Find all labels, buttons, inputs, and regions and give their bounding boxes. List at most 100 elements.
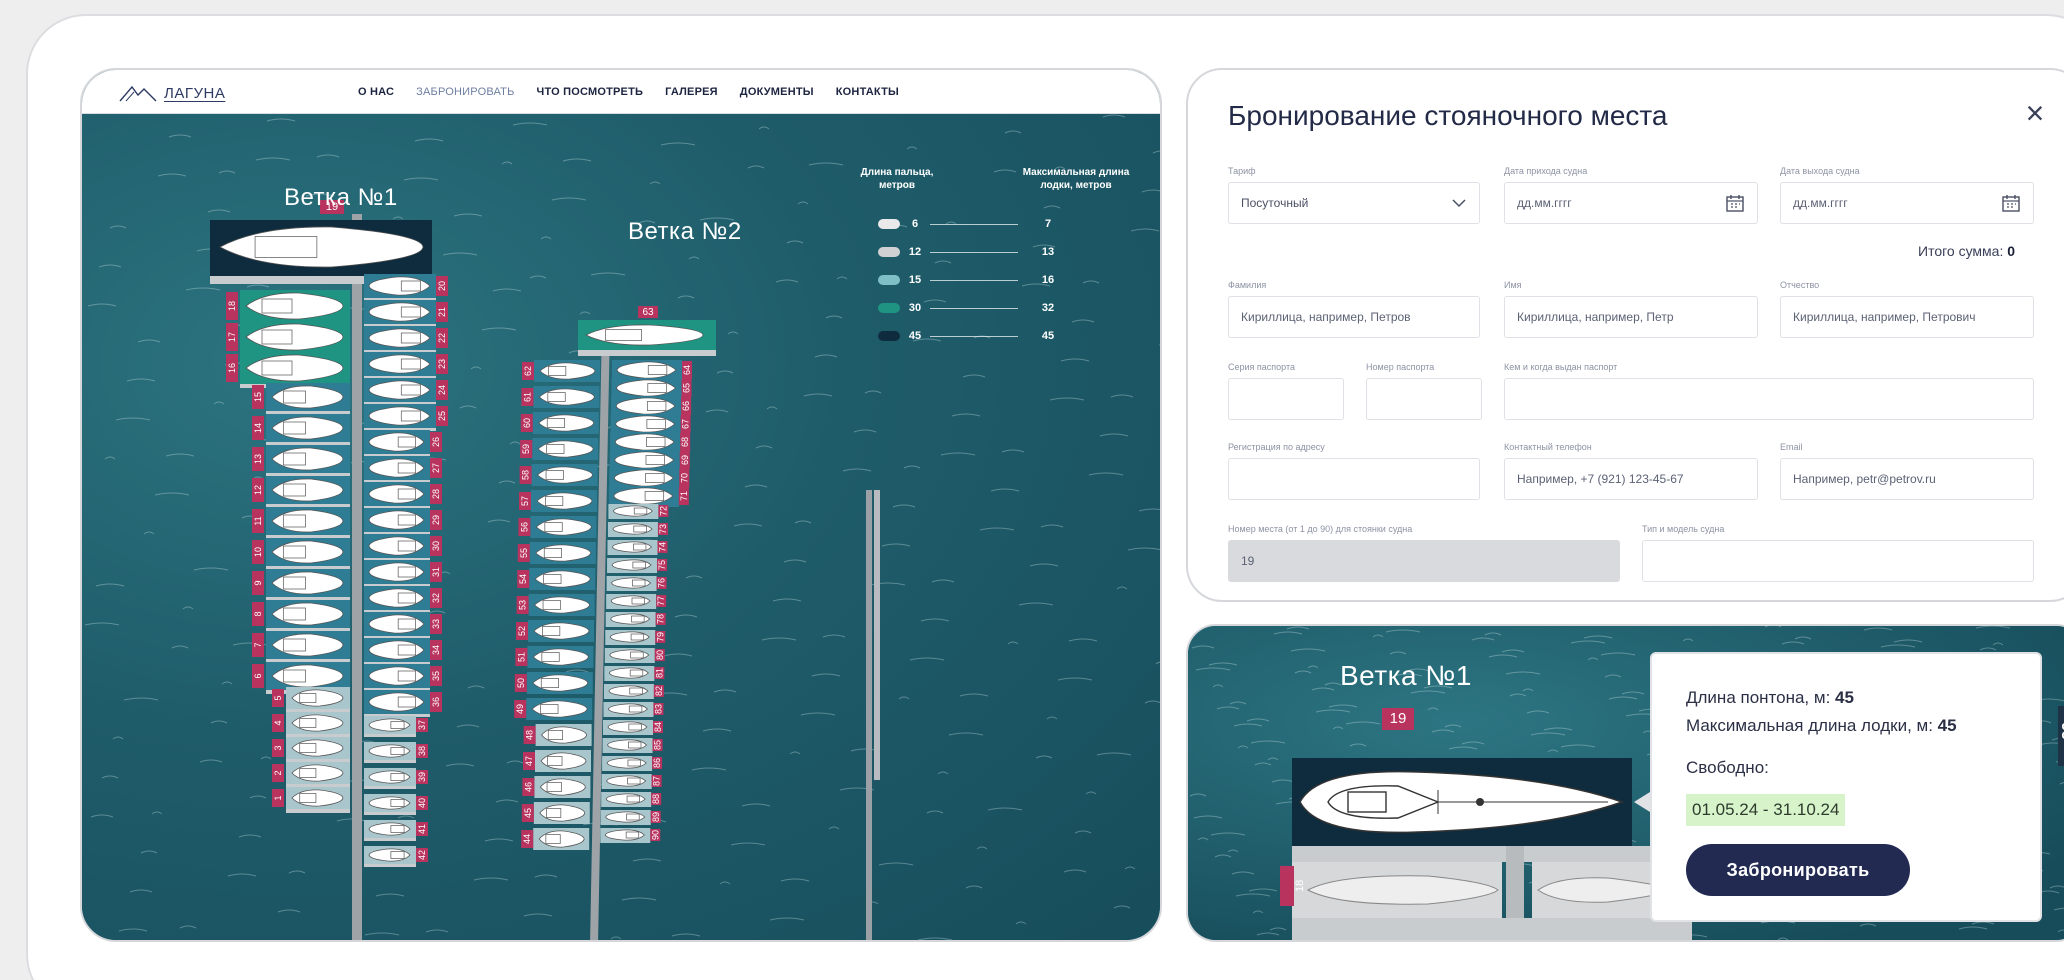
nav-about[interactable]: О НАС [358, 86, 394, 98]
berth-number: 55 [519, 548, 529, 558]
berth-number: 20 [437, 281, 447, 291]
berth-number: 46 [523, 782, 533, 792]
book-button[interactable]: Забронировать [1686, 844, 1910, 896]
arrival-date-input[interactable]: дд.мм.гггг [1504, 182, 1758, 224]
berth-number: 87 [652, 776, 662, 786]
berth-number: 82 [654, 686, 664, 696]
berth-number: 44 [522, 834, 532, 844]
berth-number-input: 19 [1228, 540, 1620, 582]
berth-number: 64 [682, 365, 692, 375]
berth-number: 26 [431, 437, 441, 447]
booking-form-panel: Бронирование стояночного места × Тариф П… [1186, 68, 2064, 602]
berth-number: 88 [651, 794, 661, 804]
legend-row: 30 32 [878, 298, 1078, 318]
berth-number: 4 [273, 720, 283, 725]
berth-number: 76 [657, 578, 667, 588]
berth-number: 68 [680, 437, 690, 447]
legend-swatch [878, 303, 900, 313]
nav-documents[interactable]: ДОКУМЕНТЫ [740, 86, 814, 98]
nav-book[interactable]: ЗАБРОНИРОВАТЬ [416, 86, 514, 98]
legend-divider [930, 307, 1018, 309]
branch1-title: Ветка №1 [284, 184, 398, 211]
logo[interactable]: ЛАГУНА [118, 80, 225, 106]
calendar-icon[interactable] [1725, 193, 1745, 213]
name-label: Имя [1504, 280, 1522, 290]
berth-number: 40 [417, 798, 427, 808]
boat-model-input[interactable] [1642, 540, 2034, 582]
berth-number: 53 [518, 600, 528, 610]
calendar-icon[interactable] [2001, 193, 2021, 213]
berth-number: 49 [515, 704, 525, 714]
berth-number: 42 [417, 850, 427, 860]
legend-col1-title: Длина пальца, метров [860, 167, 934, 191]
berth-number: 25 [437, 411, 447, 421]
berth-number: 15 [253, 392, 263, 402]
phone-input[interactable]: Например, +7 (921) 123-45-67 [1504, 458, 1758, 500]
departure-date-input[interactable]: дд.мм.гггг [1780, 182, 2034, 224]
berth-number: 71 [679, 491, 689, 501]
berth-number: 1 [273, 795, 283, 800]
legend-divider [930, 223, 1018, 225]
berth-number: 33 [431, 619, 441, 629]
total-sum: Итого сумма: 0 [1918, 243, 2015, 259]
berth-number-small: 18 [1280, 866, 1306, 906]
berth-number: 35 [431, 671, 441, 681]
passport-series-input[interactable] [1228, 378, 1344, 420]
tariff-label: Тариф [1228, 166, 1256, 176]
legend-row: 15 16 [878, 270, 1078, 290]
berth-number: 66 [681, 401, 691, 411]
registration-label: Регистрация по адресу [1228, 442, 1325, 452]
booking-title: Бронирование стояночного места [1228, 100, 1668, 131]
close-icon[interactable]: × [2018, 97, 2052, 132]
legend-col2-title: Максимальная длина лодки, метров [1022, 167, 1130, 191]
berth-number: 51 [516, 652, 526, 662]
berth-number: 16 [227, 363, 237, 373]
surname-placeholder: Кириллица, например, Петров [1241, 310, 1411, 324]
berth-number: 74 [658, 542, 668, 552]
logo-mountain-icon [119, 85, 157, 102]
patronymic-placeholder: Кириллица, например, Петрович [1793, 310, 1976, 324]
berth-info-popup: Длина понтона, м: 45 Максимальная длина … [1650, 652, 2042, 922]
tariff-value: Посуточный [1241, 196, 1309, 210]
berth-number: 50 [516, 678, 526, 688]
free-date-range: 01.05.24 - 31.10.24 [1686, 794, 1846, 826]
name-placeholder: Кириллица, например, Петр [1517, 310, 1674, 324]
berth-number: 36 [431, 697, 441, 707]
free-label: Свободно: [1686, 758, 1769, 777]
site-navigation: ЛАГУНА О НАС ЗАБРОНИРОВАТЬ ЧТО ПОСМОТРЕТ… [82, 70, 1160, 114]
berth-number: 86 [652, 758, 662, 768]
legend-swatch [878, 331, 900, 341]
registration-input[interactable] [1228, 458, 1480, 500]
berth-number: 65 [682, 383, 692, 393]
patronymic-input[interactable]: Кириллица, например, Петрович [1780, 296, 2034, 338]
legend-length: 12 [908, 246, 922, 258]
berth-number: 56 [519, 522, 529, 532]
legend-length: 6 [911, 218, 919, 230]
legend-swatch [878, 247, 900, 257]
berth-number: 67 [681, 419, 691, 429]
surname-input[interactable]: Кириллица, например, Петров [1228, 296, 1480, 338]
berth-number: 23 [437, 359, 447, 369]
name-input[interactable]: Кириллица, например, Петр [1504, 296, 1758, 338]
email-input[interactable]: Например, petr@petrov.ru [1780, 458, 2034, 500]
legend-swatch [878, 275, 900, 285]
passport-issued-input[interactable] [1504, 378, 2034, 420]
patronymic-label: Отчество [1780, 280, 1820, 290]
berth-number: 3 [273, 745, 283, 750]
legend-row: 6 7 [878, 214, 1078, 234]
legend-divider [930, 279, 1018, 281]
email-placeholder: Например, petr@petrov.ru [1793, 472, 1936, 486]
passport-issued-label: Кем и когда выдан паспорт [1504, 362, 1618, 372]
berth-number: 11 [253, 516, 263, 525]
legend-length: 15 [908, 274, 922, 286]
legend-divider [930, 335, 1018, 337]
nav-sights[interactable]: ЧТО ПОСМОТРЕТЬ [537, 86, 644, 98]
departure-label: Дата выхода судна [1780, 166, 1860, 176]
branch2-title: Ветка №2 [628, 218, 742, 245]
legend-max: 16 [1041, 274, 1055, 286]
nav-contacts[interactable]: КОНТАКТЫ [836, 86, 899, 98]
nav-gallery[interactable]: ГАЛЕРЕЯ [665, 86, 718, 98]
tariff-select[interactable]: Посуточный [1228, 182, 1480, 224]
berth-number: 12 [253, 485, 263, 495]
passport-number-input[interactable] [1366, 378, 1482, 420]
